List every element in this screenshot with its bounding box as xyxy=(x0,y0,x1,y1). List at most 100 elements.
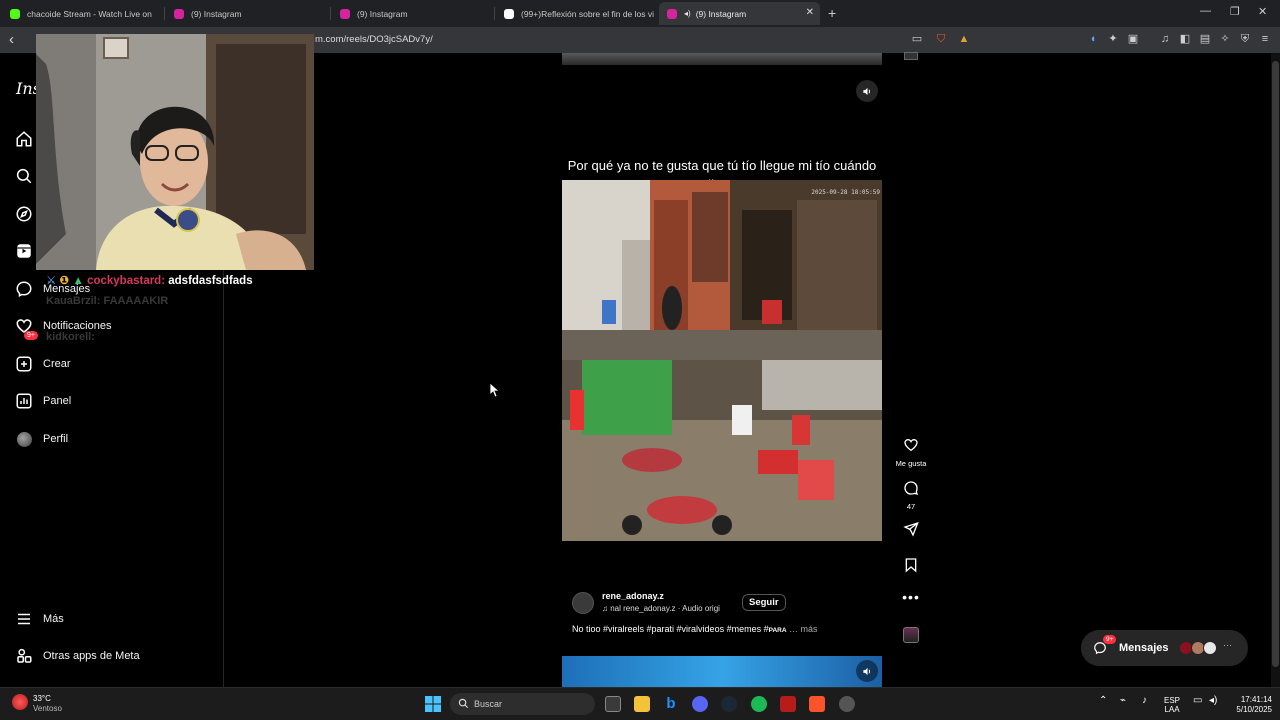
chat-faded-line: kidkorell: xyxy=(46,331,95,343)
clock-date: 5/10/2025 xyxy=(1236,705,1272,714)
tab-title: chacoide Stream - Watch Live on xyxy=(27,8,152,19)
page-scrollbar[interactable] xyxy=(1271,53,1280,687)
next-reel-preview[interactable] xyxy=(562,656,882,687)
send-icon xyxy=(903,521,919,537)
screenshot-icon[interactable]: ▣ xyxy=(1127,33,1139,45)
streamer-webcam xyxy=(36,34,314,270)
nav-dashboard[interactable]: Panel xyxy=(14,390,71,412)
browser-tab-kick[interactable]: chacoide Stream - Watch Live on xyxy=(2,2,158,25)
menu-icon[interactable]: ≡ xyxy=(1259,33,1271,45)
minimize-button[interactable]: — xyxy=(1200,5,1211,17)
instagram-icon xyxy=(340,8,350,19)
brave-rewards-icon[interactable]: ▲ xyxy=(958,33,970,45)
windows-taskbar: 33°C Ventoso Buscar b ⌃ ⌁ ♪ ESP LAA ▭ ◂)… xyxy=(0,687,1280,720)
obs-icon[interactable] xyxy=(839,696,855,712)
taskbar-search[interactable]: Buscar xyxy=(450,693,595,715)
back-button[interactable]: ‹ xyxy=(9,31,14,48)
bookmark-icon xyxy=(905,558,917,573)
nav-label-more: Más xyxy=(43,613,64,625)
comment-button[interactable]: 47 xyxy=(893,480,929,511)
close-window-button[interactable]: ✕ xyxy=(1258,5,1267,18)
comment-icon xyxy=(904,481,919,495)
messenger-icon xyxy=(14,279,34,299)
nav-profile[interactable]: Perfil xyxy=(14,428,68,450)
windows-start-icon[interactable] xyxy=(425,696,441,717)
more-link[interactable]: … más xyxy=(789,624,818,634)
app-icon[interactable] xyxy=(780,696,796,712)
follow-button[interactable]: Seguir xyxy=(742,594,786,611)
browser-tab-instagram-2[interactable]: (9) Instagram xyxy=(332,2,492,25)
network-icon[interactable]: ⌁ xyxy=(1120,696,1126,706)
messages-popup-button[interactable]: 9+ Mensajes ··· xyxy=(1081,630,1248,666)
volume-icon[interactable]: ◂) xyxy=(1209,696,1217,706)
nav-home[interactable] xyxy=(14,128,34,150)
nav-label-create: Crear xyxy=(43,358,71,370)
cast-icon[interactable]: ▭ xyxy=(911,33,923,45)
chat-username[interactable]: cockybastard: xyxy=(87,275,165,287)
spotify-icon[interactable] xyxy=(751,696,767,712)
microphone-icon[interactable]: ♪ xyxy=(1142,696,1147,706)
cctv-frame-top: 2025-09-28 18:05:59 xyxy=(562,180,882,360)
brave-shield-icon[interactable]: ⛉ xyxy=(935,33,947,45)
more-dots-icon: ··· xyxy=(1223,640,1232,650)
restore-button[interactable]: ❐ xyxy=(1230,5,1240,18)
discord-icon[interactable] xyxy=(692,696,708,712)
like-label: Me gusta xyxy=(895,459,927,468)
mod-badge-icon: ⚔ xyxy=(46,275,57,287)
browser-tab-instagram-1[interactable]: (9) Instagram xyxy=(166,2,326,25)
search-icon xyxy=(14,166,34,186)
reels-icon xyxy=(14,241,34,261)
brave-browser-icon[interactable] xyxy=(809,696,825,712)
scrollbar-thumb[interactable] xyxy=(1272,61,1279,667)
instagram-icon xyxy=(667,8,677,19)
new-tab-button[interactable]: + xyxy=(828,5,836,21)
weather-widget[interactable]: 33°C Ventoso xyxy=(33,694,62,714)
file-explorer-icon[interactable] xyxy=(634,696,650,712)
tray-overflow-icon[interactable]: ⌃ xyxy=(1099,696,1107,706)
like-button[interactable]: Me gusta xyxy=(893,437,929,468)
weather-alert-icon[interactable] xyxy=(12,694,28,710)
mute-toggle-button[interactable] xyxy=(856,80,878,102)
weather-desc: Ventoso xyxy=(33,704,62,713)
nav-meta-apps[interactable]: Otras apps de Meta xyxy=(14,645,140,667)
media-icon[interactable]: ♫ xyxy=(1159,33,1171,45)
browser-tab-tiktok[interactable]: (99+)Reflexión sobre el fin de los vid xyxy=(496,2,654,25)
audio-attribution[interactable]: ♫ nal rene_adonay.z · Audio origi xyxy=(602,604,720,613)
more-options-button[interactable]: ••• xyxy=(893,589,929,605)
vpn-shield-icon[interactable]: ⛨ xyxy=(1239,33,1251,45)
nav-search[interactable] xyxy=(14,165,34,187)
display-icon[interactable]: ▭ xyxy=(1193,696,1202,706)
wallet-icon[interactable]: ▤ xyxy=(1199,33,1211,45)
address-bar[interactable]: m.com/reels/DO3jcSADv7y/ xyxy=(315,34,433,45)
author-avatar[interactable] xyxy=(572,592,594,614)
ai-sparkle-icon[interactable]: ✧ xyxy=(1219,33,1231,45)
browser-tab-instagram-active[interactable]: ◂) (9) Instagram ✕ xyxy=(659,2,820,25)
sidebar-toggle-icon[interactable]: ◧ xyxy=(1179,33,1191,45)
home-icon xyxy=(14,129,34,149)
extensions-icon[interactable]: ✦ xyxy=(1107,33,1119,45)
bing-icon[interactable]: b xyxy=(663,696,679,712)
mouse-cursor xyxy=(490,383,499,397)
task-view-icon[interactable] xyxy=(605,696,621,712)
reel-video-card: Por qué ya no te gusta que tú tío llegue… xyxy=(562,53,882,687)
webcam-image xyxy=(36,34,314,270)
audio-thumbnail[interactable] xyxy=(903,627,919,643)
next-reel-mute-button[interactable] xyxy=(856,660,878,682)
leo-ai-icon[interactable]: ◖ xyxy=(1087,33,1099,45)
nav-label-dashboard: Panel xyxy=(43,395,72,407)
language-indicator[interactable]: ESP LAA xyxy=(1164,696,1180,714)
nav-label-profile: Perfil xyxy=(43,433,69,445)
nav-explore[interactable] xyxy=(14,203,34,225)
nav-create[interactable]: Crear xyxy=(14,353,71,375)
profile-avatar xyxy=(14,429,34,449)
taskbar-clock[interactable]: 17:41:14 5/10/2025 xyxy=(1226,695,1272,715)
share-button[interactable] xyxy=(893,521,929,542)
save-button[interactable] xyxy=(893,557,929,578)
nav-more[interactable]: Más xyxy=(14,608,64,630)
author-username[interactable]: rene_adonay.z xyxy=(602,591,664,601)
speaker-icon xyxy=(862,87,870,95)
steam-icon[interactable] xyxy=(721,696,737,712)
nav-reels[interactable] xyxy=(14,240,34,262)
chat-faded-line: KauaBrzil: FAAAAAKIR xyxy=(46,295,169,307)
close-tab-icon[interactable]: ✕ xyxy=(806,7,814,18)
